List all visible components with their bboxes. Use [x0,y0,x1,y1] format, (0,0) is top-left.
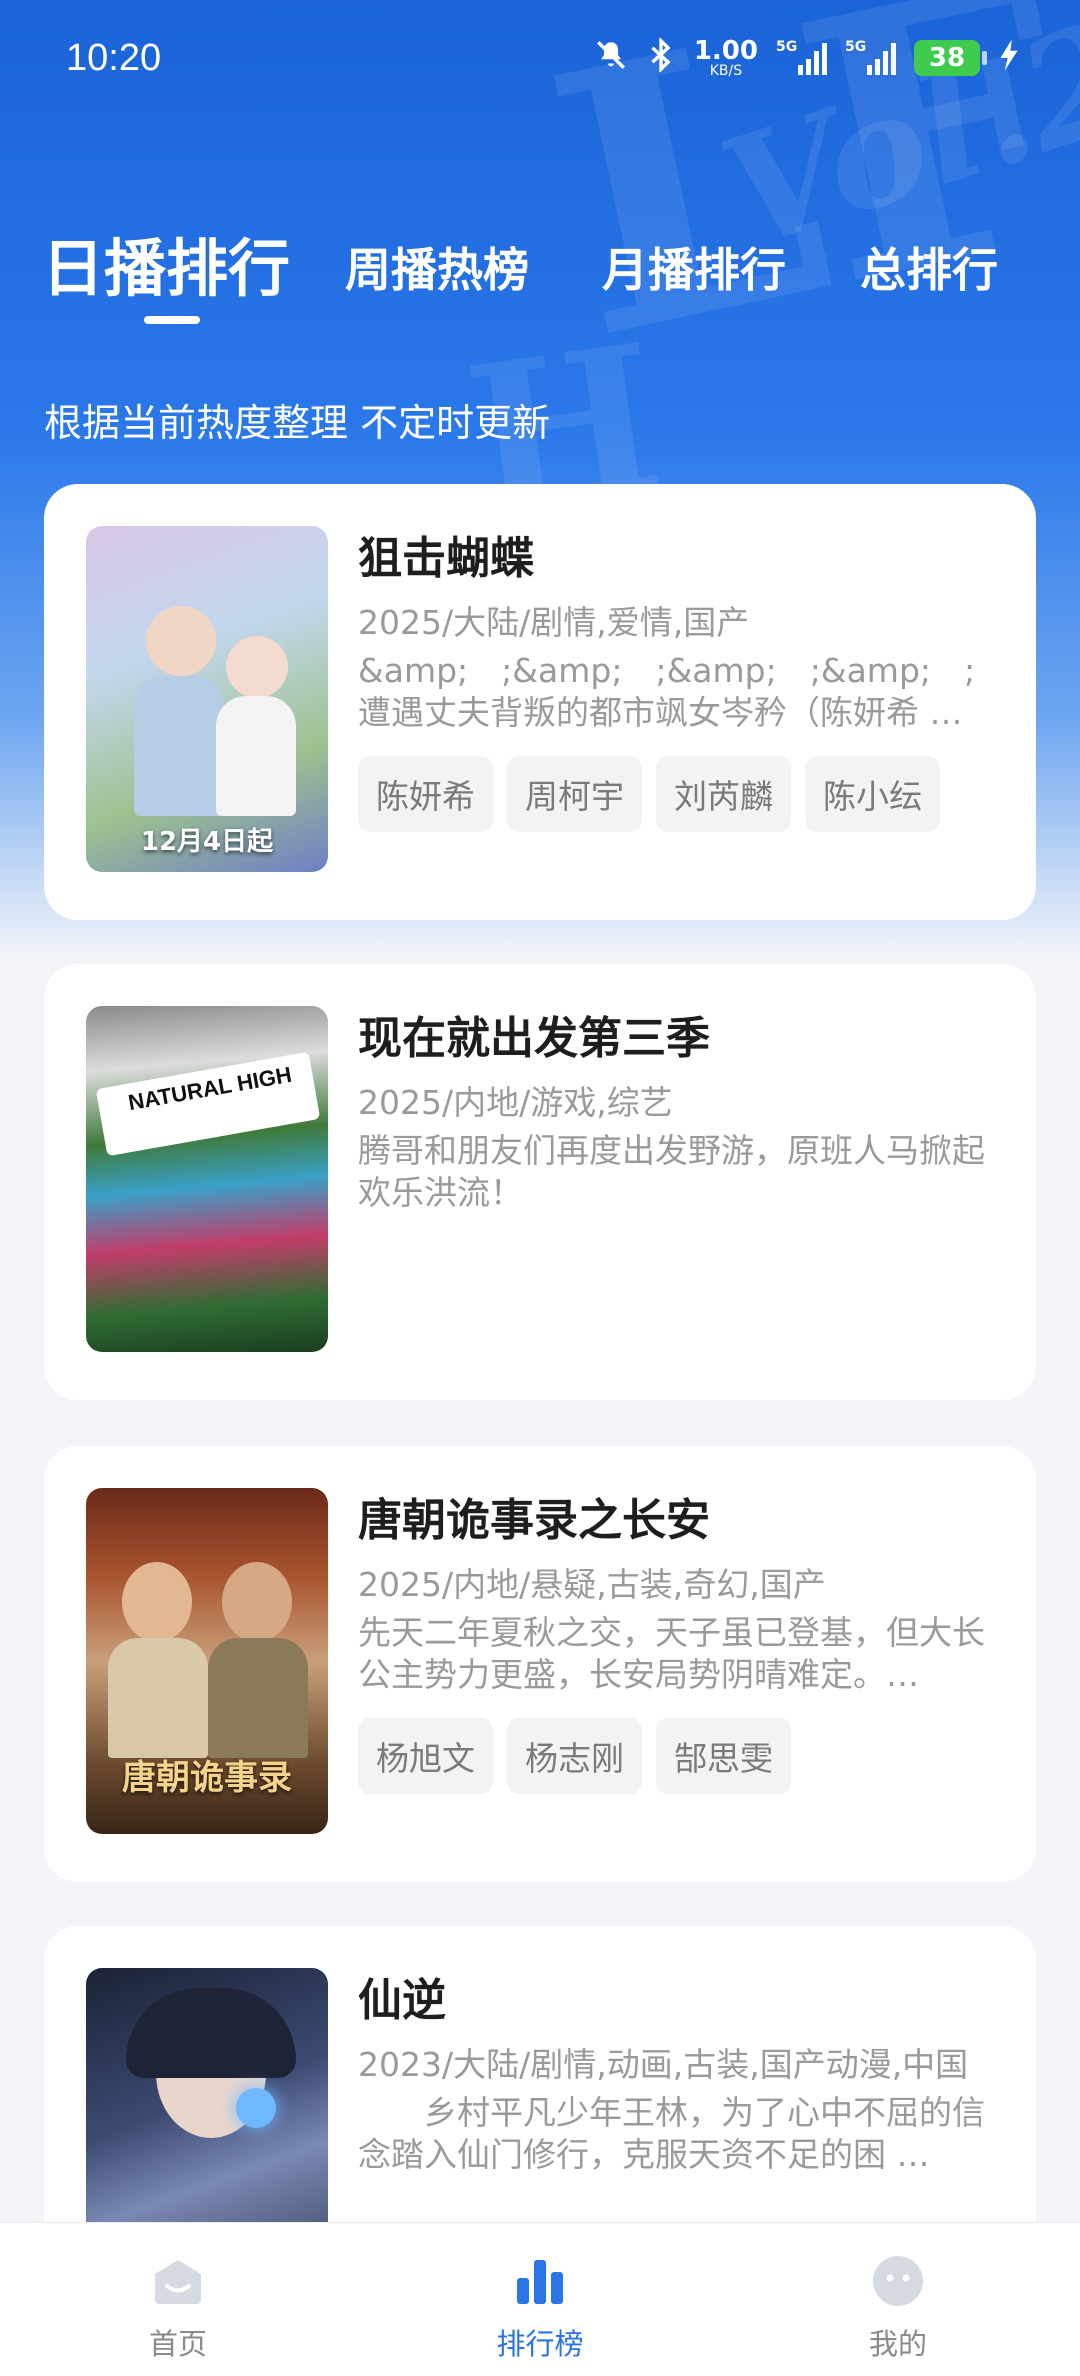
mute-bell-icon [594,38,628,78]
nav-profile-label: 我的 [868,2327,927,2361]
tab-weekly[interactable]: 周播热榜 [345,234,529,300]
poster-caption: 12月4日起 [140,827,274,857]
network-speed: 1.00 KB/S [693,36,758,79]
cast-tags: 陈妍希 周柯宇 刘芮麟 陈小纭 [358,756,940,832]
item-description: 先天二年夏秋之交，天子虽已登基，但大长公主势力更盛，长安局势阴晴难定。… [358,1613,985,1694]
item-title: 狙击蝴蝶 [358,533,534,584]
cast-tag[interactable]: 周柯宇 [507,756,642,832]
bar-chart-icon [510,2251,570,2311]
item-description: &amp; ;&amp; ;&amp; ;&amp; ;遭遇丈夫背叛的都市飒女岑… [358,651,976,732]
item-meta: 2025/内地/悬疑,古装,奇幻,国产 [358,1565,826,1604]
item-meta: 2023/大陆/剧情,动画,古装,国产动漫,中国 [358,2045,969,2084]
signal-icon: 5G [776,39,827,75]
item-description: 乡村平凡少年王林，为了心中不屈的信念踏入仙门修行，克服天资不足的困 … [358,2093,985,2174]
item-meta: 2025/内地/游戏,综艺 [358,1083,673,1122]
ranking-tabs: 日播排行 周播热榜 月播排行 总排行 [0,210,1080,330]
poster-image: 12月4日起 [86,526,328,872]
cast-tags: 杨旭文 杨志刚 郜思雯 [358,1718,791,1794]
cast-tag[interactable]: 郜思雯 [656,1718,791,1794]
nav-profile[interactable]: 我的 [798,2223,998,2376]
battery-level: 38 [928,43,966,73]
ranking-subtitle: 根据当前热度整理 不定时更新 [44,401,551,445]
poster-caption: 唐朝诡事录 [122,1758,292,1798]
tab-total[interactable]: 总排行 [860,234,998,300]
battery-icon: 38 [914,40,987,76]
item-title: 唐朝诡事录之长安 [358,1495,710,1546]
active-tab-indicator [144,316,200,324]
status-icons: 1.00 KB/S 5G 5G 38 [594,36,1020,79]
item-description: 腾哥和朋友们再度出发野游，原班人马掀起欢乐洪流！ [358,1131,985,1212]
item-meta: 2025/大陆/剧情,爱情,国产 [358,603,750,642]
tab-daily[interactable]: 日播排行 [42,218,290,308]
bluetooth-icon [646,36,676,78]
screen: LF Vol.2 H 10:20 1.00 KB/S 5G 5G 38 日播排行… [0,0,1080,2376]
cast-tag[interactable]: 陈妍希 [358,756,493,832]
nav-home[interactable]: 首页 [78,2223,278,2376]
face-icon [868,2251,928,2311]
item-title: 仙逆 [358,1975,446,2026]
bottom-navigation: 首页 排行榜 我的 [0,2222,1080,2376]
cast-tag[interactable]: 杨旭文 [358,1718,493,1794]
charging-icon [998,38,1020,78]
nav-ranking-label: 排行榜 [496,2327,584,2361]
list-item[interactable]: 唐朝诡事录 唐朝诡事录之长安 2025/内地/悬疑,古装,奇幻,国产 先天二年夏… [44,1446,1036,1882]
list-item[interactable]: 12月4日起 狙击蝴蝶 2025/大陆/剧情,爱情,国产 &amp; ;&amp… [44,484,1036,920]
cast-tag[interactable]: 刘芮麟 [656,756,791,832]
poster-image: NATURAL HIGH [86,1006,328,1352]
nav-home-label: 首页 [148,2327,207,2361]
home-icon [148,2251,208,2311]
cast-tag[interactable]: 杨志刚 [507,1718,642,1794]
list-item[interactable]: NATURAL HIGH 现在就出发第三季 2025/内地/游戏,综艺 腾哥和朋… [44,964,1036,1400]
cast-tag[interactable]: 陈小纭 [805,756,940,832]
poster-image: 唐朝诡事录 [86,1488,328,1834]
item-title: 现在就出发第三季 [358,1013,710,1064]
signal-icon: 5G [845,39,896,75]
nav-ranking[interactable]: 排行榜 [440,2223,640,2376]
tab-monthly[interactable]: 月播排行 [602,234,786,300]
status-bar: 10:20 1.00 KB/S 5G 5G 38 [0,0,1080,116]
status-time: 10:20 [66,36,162,79]
